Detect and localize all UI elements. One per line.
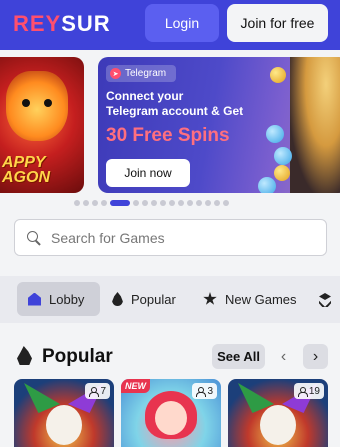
category-tabs: Lobby Popular New Games [0,276,340,323]
game-card[interactable]: 7 [14,379,114,447]
promo-text: Connect your Telegram account & Get [106,89,266,119]
user-icon [89,386,100,397]
star-icon [203,292,217,305]
player-count: 19 [293,383,324,399]
layers-icon [318,292,332,306]
player-count-value: 7 [100,385,106,397]
player-count-value: 3 [207,385,213,397]
fire-icon [112,292,123,306]
coin-icon [274,165,290,181]
carousel-dot[interactable] [214,200,220,206]
game-card[interactable]: NEW 3 [121,379,221,447]
carousel-dot[interactable] [110,200,130,206]
logo-part-2: SUR [61,11,111,36]
tab-lobby[interactable]: Lobby [17,282,100,316]
carousel-dot[interactable] [169,200,175,206]
jester-face [46,405,82,445]
section-title: Popular [42,346,113,367]
banner-slide-telegram[interactable]: ➤ Telegram Connect your Telegram account… [98,57,340,193]
player-count-value: 19 [308,385,320,397]
game-card[interactable]: 19 [228,379,328,447]
user-icon [196,386,207,397]
carousel-dot[interactable] [133,200,139,206]
telegram-badge: ➤ Telegram [106,65,176,82]
carousel-dot[interactable] [223,200,229,206]
top-header: REYSUR Login Join for free [0,0,340,50]
chevron-right-icon[interactable]: › [303,344,328,369]
join-free-button[interactable]: Join for free [227,4,328,42]
dragon-eye [44,99,52,107]
tab-more[interactable] [318,282,332,316]
player-count: 3 [192,383,217,399]
carousel-dots [74,200,229,206]
promo-model-image [290,57,340,193]
dragon-artwork [6,71,68,141]
mermaid-face [155,401,187,435]
promo-carousel[interactable]: APPY AGON ➤ Telegram Connect your Telegr… [0,50,340,206]
login-button[interactable]: Login [145,4,219,42]
see-all-button[interactable]: See All [212,344,265,369]
carousel-dot[interactable] [92,200,98,206]
carousel-dot[interactable] [74,200,80,206]
dragon-slide-title: APPY AGON [2,154,50,186]
tab-popular[interactable]: Popular [112,282,176,316]
telegram-badge-label: Telegram [125,68,167,79]
search-input[interactable] [51,229,301,246]
user-icon [297,386,308,397]
banner-slide-dragon[interactable]: APPY AGON [0,57,84,193]
telegram-icon: ➤ [110,68,121,79]
carousel-dot[interactable] [151,200,157,206]
carousel-dot[interactable] [142,200,148,206]
carousel-dot[interactable] [101,200,107,206]
telegram-coin-icon [266,125,284,143]
carousel-dot[interactable] [196,200,202,206]
promo-line-2: Telegram account & Get [106,104,244,118]
carousel-dot[interactable] [187,200,193,206]
join-now-button[interactable]: Join now [106,159,190,187]
carousel-dot[interactable] [83,200,89,206]
tab-label: New Games [225,291,297,307]
fire-icon [17,346,32,365]
coin-icon [270,67,286,83]
carousel-dot[interactable] [178,200,184,206]
search-icon [27,230,41,245]
promo-line-1: Connect your [106,89,184,103]
chevron-left-icon[interactable]: ‹ [271,344,296,369]
jester-face [260,405,296,445]
tab-new-games[interactable]: New Games [203,282,297,316]
new-badge: NEW [121,379,150,393]
search-box[interactable] [14,219,327,256]
brand-logo[interactable]: REYSUR [13,11,111,37]
promo-highlight: 30 Free Spins [106,125,230,146]
telegram-coin-icon [274,147,292,165]
carousel-dot[interactable] [160,200,166,206]
carousel-dot[interactable] [205,200,211,206]
home-icon [28,292,41,306]
logo-part-1: REY [13,11,62,36]
tab-label: Lobby [49,291,85,307]
tab-label: Popular [131,291,176,307]
dragon-eye [22,99,30,107]
telegram-coin-icon [258,177,276,193]
player-count: 7 [85,383,110,399]
